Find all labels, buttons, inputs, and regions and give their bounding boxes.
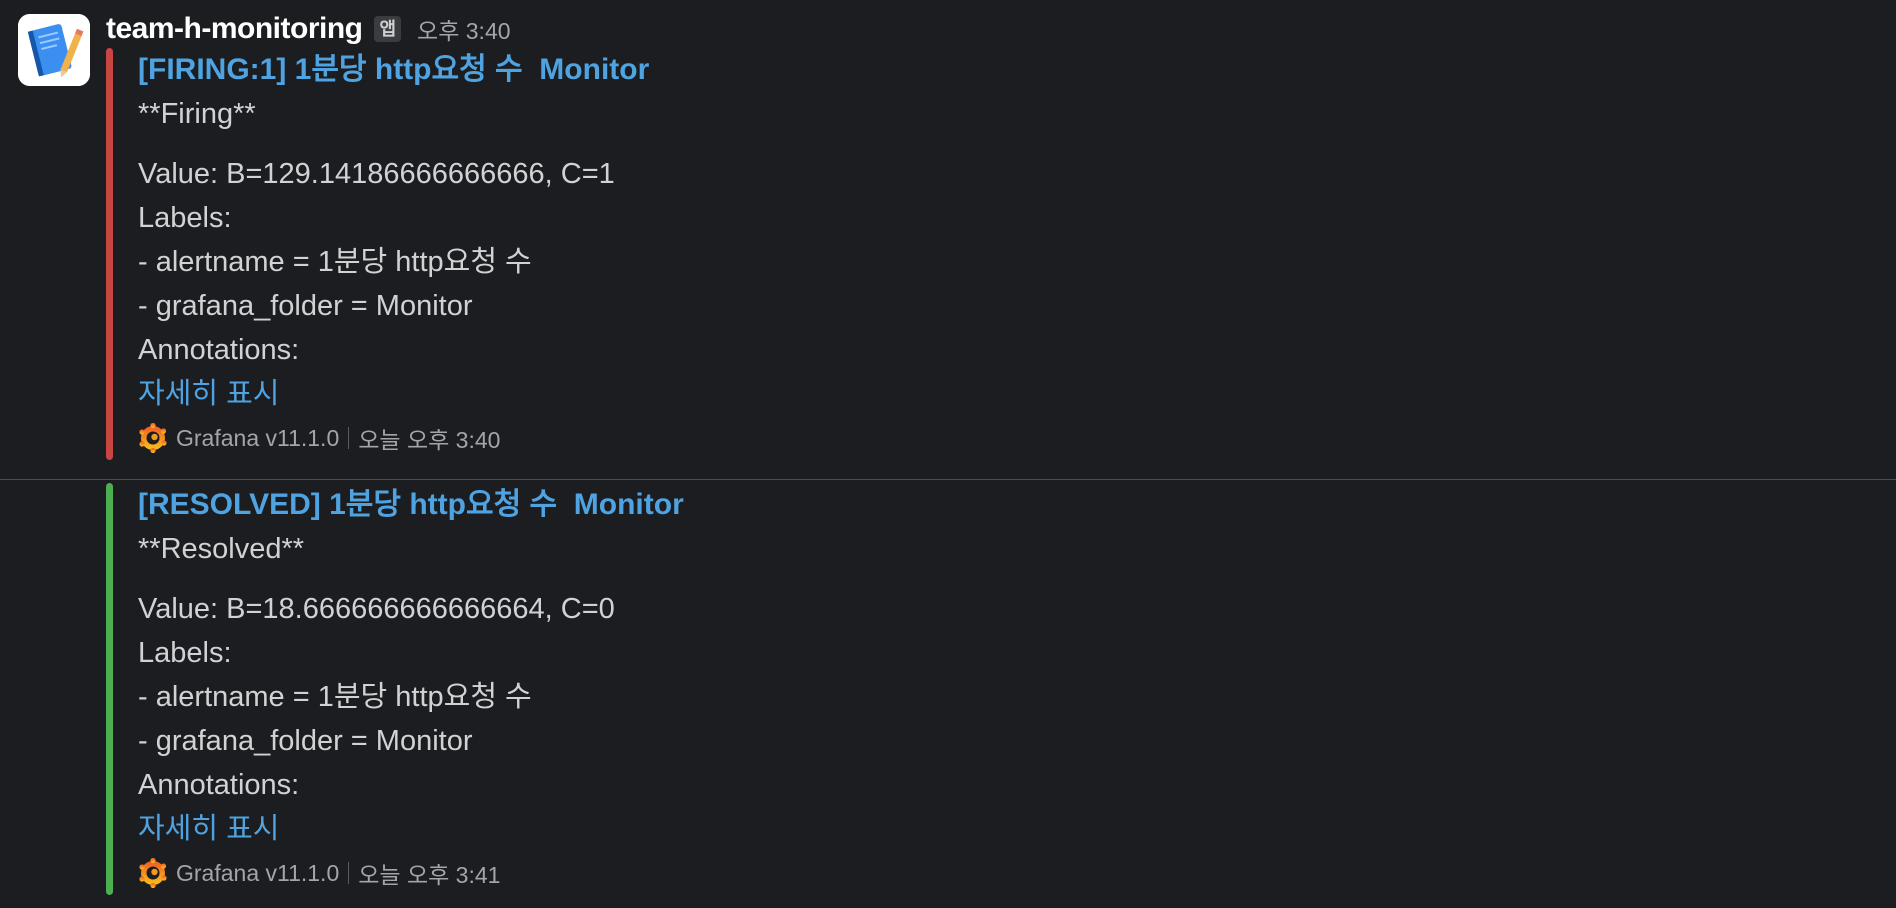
sender-name[interactable]: team-h-monitoring (106, 12, 363, 46)
resolved-color-bar (106, 483, 113, 895)
resolved-footer-time[interactable]: 오늘 오후 3:41 (358, 856, 500, 890)
firing-color-bar (106, 48, 113, 460)
resolved-alert-title[interactable]: [RESOLVED] 1분당 http요청 수 Monitor (138, 483, 684, 527)
app-badge: 앱 (374, 16, 402, 42)
firing-annotations-heading: Annotations: (138, 334, 300, 366)
firing-alert-attachment: [FIRING:1] 1분당 http요청 수 Monitor **Firing… (106, 48, 1606, 463)
firing-alert-title[interactable]: [FIRING:1] 1분당 http요청 수 Monitor (138, 48, 649, 92)
message-header: team-h-monitoring 앱 오후 3:40 (106, 8, 511, 50)
resolved-label-alertname: - alertname = 1분당 http요청 수 (138, 681, 532, 713)
grafana-logo-icon (139, 858, 167, 888)
firing-value-text: Value: B=129.14186666666666, C=1 (138, 158, 615, 190)
slack-message-view: team-h-monitoring 앱 오후 3:40 [FIRING:1] 1… (0, 0, 1896, 908)
app-avatar[interactable] (18, 14, 90, 86)
footer-separator (348, 862, 350, 884)
notebook-icon (18, 14, 90, 86)
firing-label-folder: - grafana_folder = Monitor (138, 290, 473, 322)
firing-labels-heading: Labels: (138, 202, 232, 234)
footer-separator (348, 427, 350, 449)
resolved-value-text: Value: B=18.666666666666664, C=0 (138, 593, 615, 625)
firing-label-alertname: - alertname = 1분당 http요청 수 (138, 246, 532, 278)
firing-footer-source: Grafana v11.1.0 (176, 424, 340, 451)
resolved-footer-source: Grafana v11.1.0 (176, 859, 340, 886)
resolved-label-folder: - grafana_folder = Monitor (138, 725, 473, 757)
resolved-attachment-footer: Grafana v11.1.0 오늘 오후 3:41 (138, 851, 684, 895)
resolved-status-text: **Resolved** (138, 533, 305, 565)
firing-status-text: **Firing** (138, 98, 256, 130)
grafana-logo-icon (139, 423, 167, 453)
firing-footer-time[interactable]: 오늘 오후 3:40 (358, 421, 500, 455)
resolved-alert-attachment: [RESOLVED] 1분당 http요청 수 Monitor **Resolv… (106, 483, 1606, 898)
resolved-annotations-heading: Annotations: (138, 769, 300, 801)
message-divider (0, 479, 1896, 480)
firing-show-more-link[interactable]: 자세히 표시 (138, 372, 649, 416)
resolved-show-more-link[interactable]: 자세히 표시 (138, 807, 684, 851)
resolved-labels-heading: Labels: (138, 637, 232, 669)
message-timestamp[interactable]: 오후 3:40 (417, 12, 510, 46)
firing-attachment-footer: Grafana v11.1.0 오늘 오후 3:40 (138, 416, 649, 460)
